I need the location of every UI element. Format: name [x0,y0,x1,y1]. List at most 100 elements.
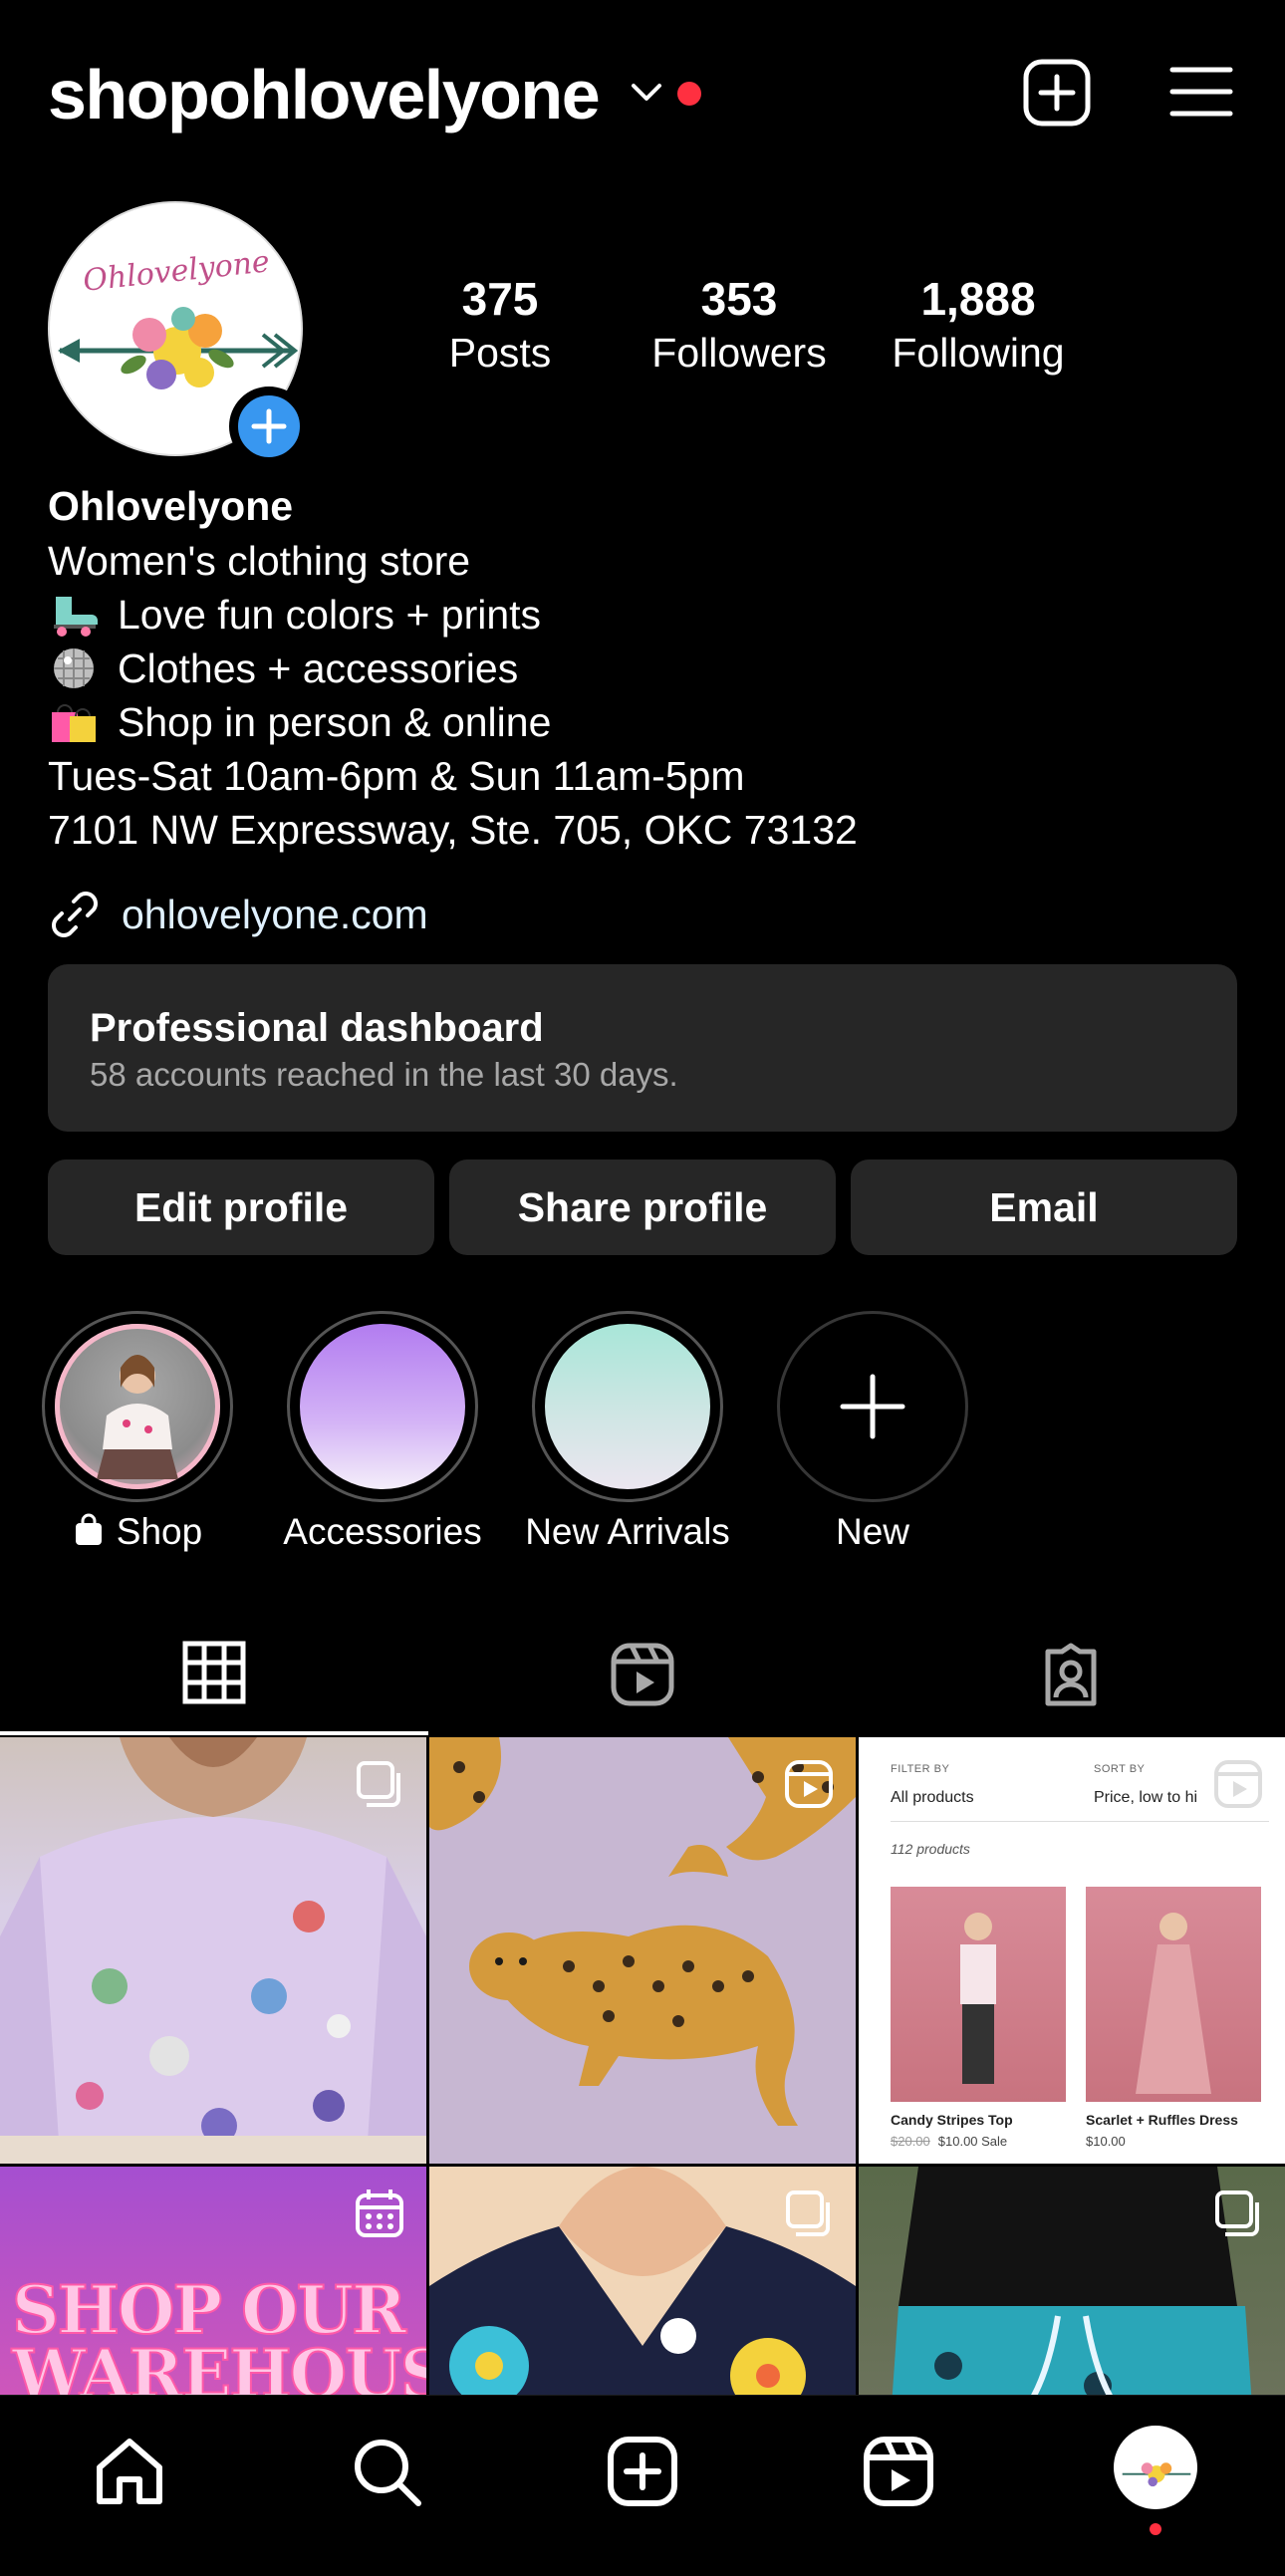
highlight-shop[interactable]: Shop [12,1307,251,1566]
highlight-label: Shop [12,1506,263,1558]
profile-stats: 375 Posts 353 Followers 1,888 Following [449,271,1235,390]
home-icon [97,2439,162,2504]
create-post-icon[interactable] [1022,58,1092,128]
disco-ball-icon [54,648,94,688]
chevron-down-icon[interactable] [630,80,663,106]
link-icon [52,892,98,937]
filter-label: FILTER BY [891,1763,950,1775]
stat-label: Following [892,330,1065,376]
edit-profile-button[interactable]: Edit profile [48,1159,434,1255]
product-photo [891,1887,1066,2102]
warehouse-line: WAREHOUSE [11,2335,426,2395]
bio-line-text: Love fun colors + prints [118,592,542,638]
dashboard-subtitle: 58 accounts reached in the last 30 days. [90,1056,678,1093]
profile-bio: Ohlovelyone Women's clothing store Love … [48,478,1243,857]
nav-profile-avatar[interactable] [1114,2426,1197,2509]
create-icon [608,2437,677,2506]
post-thumbnail[interactable] [429,1737,856,2164]
product-old-price: $20.00 [891,2134,930,2149]
tagged-icon [1045,1643,1097,1706]
product-price: $10.00 [1086,2134,1126,2149]
roller-skate-icon [54,597,98,637]
dashboard-title: Professional dashboard [90,1006,544,1050]
profile-logo-icon [1117,2429,1194,2506]
highlight-ring [42,1311,233,1502]
shopping-bags-icon [52,704,96,742]
nav-create[interactable] [603,2432,682,2511]
highlight-label: New Arrivals [525,1511,730,1552]
highlight-new-arrivals[interactable]: New Arrivals [502,1307,741,1566]
reel-indicator-icon [1214,1760,1262,1808]
notification-dot [677,82,701,106]
share-profile-button[interactable]: Share profile [449,1159,836,1255]
stat-following[interactable]: 1,888 Following [859,271,1098,379]
post-thumbnail[interactable]: FILTER BY All products SORT BY Price, lo… [859,1737,1285,2164]
product-name: Candy Stripes Top [891,2112,1013,2128]
stat-posts[interactable]: 375 Posts [381,271,620,379]
bio-address[interactable]: 7101 NW Expressway, Ste. 705, OKC 73132 [48,803,1243,857]
new-highlight-button[interactable]: New [747,1307,986,1566]
product-price: $20.00 $10.00 Sale [891,2134,1007,2149]
search-icon [355,2440,421,2506]
warehouse-line: SHOP OUR [11,2271,407,2349]
reels-icon [864,2437,933,2506]
posts-grid: FILTER BY All products SORT BY Price, lo… [0,1737,1285,2395]
username-switcher[interactable]: shopohlovelyone [48,55,601,134]
professional-dashboard[interactable]: Professional dashboard 58 accounts reach… [48,964,1237,1132]
website-link[interactable]: ohlovelyone.com [48,885,428,944]
profile-avatar[interactable]: Ohlovelyone [48,201,309,466]
email-button[interactable]: Email [851,1159,1237,1255]
sort-value: Price, low to hi [1094,1789,1198,1806]
plus-icon [840,1374,905,1439]
tab-tagged[interactable] [857,1614,1285,1735]
highlight-ring [777,1311,968,1502]
tab-reels[interactable] [428,1614,857,1735]
notification-dot [1150,2523,1161,2535]
post-thumbnail[interactable] [429,2167,856,2395]
sort-label: SORT BY [1094,1763,1146,1775]
product-count: 112 products [891,1841,970,1857]
carousel-icon [786,2190,830,2236]
stat-label: Followers [651,330,827,376]
post-thumbnail[interactable]: SHOP OUR WAREHOUSE [0,2167,426,2395]
profile-tabs [0,1614,1285,1735]
nav-home[interactable] [90,2432,169,2511]
post-thumbnail[interactable] [0,1737,426,2164]
carousel-icon [1215,2190,1259,2236]
carousel-icon [357,1761,400,1807]
calendar-icon [356,2190,403,2237]
highlight-accessories[interactable]: Accessories [257,1307,496,1566]
highlight-label: New [835,1511,910,1552]
add-story-button[interactable] [229,386,309,466]
bio-line: Shop in person & online [48,695,1243,749]
highlight-label-text: Shop [116,1511,203,1552]
bottom-navigation [0,2395,1285,2576]
bio-line: Love fun colors + prints [48,588,1243,642]
highlight-new-arrivals-cover [545,1324,710,1489]
highlight-ring [532,1311,723,1502]
highlight-shop-photo [55,1324,220,1489]
nav-reels[interactable] [859,2432,938,2511]
stat-value: 353 [700,273,778,325]
stat-value: 375 [461,273,539,325]
bio-hours: Tues-Sat 10am-6pm & Sun 11am-5pm [48,753,745,799]
reels-icon [611,1643,674,1706]
profile-page: shopohlovelyone Ohlovelyone 375 Posts 35… [0,0,1285,2576]
bio-line: Clothes + accessories [48,642,1243,695]
product-photo [1086,1887,1261,2102]
post-thumbnail[interactable] [859,2167,1285,2395]
tab-posts-grid[interactable] [0,1614,428,1735]
story-highlights: Shop Accessories New Arrivals New [0,1307,1285,1566]
highlight-label: Accessories [283,1511,482,1552]
menu-icon[interactable] [1169,66,1233,118]
product-sale-price: $10.00 Sale [937,2134,1008,2149]
nav-search[interactable] [347,2432,426,2511]
filter-value: All products [891,1789,974,1806]
stat-followers[interactable]: 353 Followers [620,271,859,379]
warehouse-sale-text: SHOP OUR WAREHOUSE [11,2271,426,2395]
stat-value: 1,888 [920,273,1036,325]
highlight-accessories-cover [300,1324,465,1489]
reel-indicator-icon [785,1760,833,1808]
shopping-bag-icon [75,1513,102,1545]
display-name: Ohlovelyone [48,483,294,529]
